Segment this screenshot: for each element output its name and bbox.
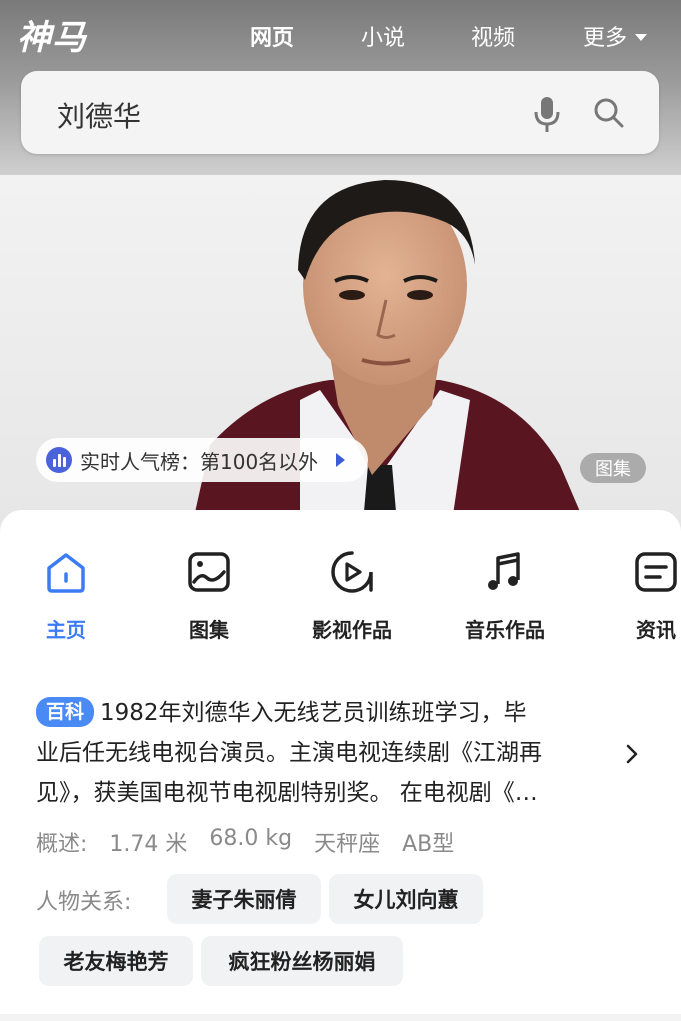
tab-gallery[interactable]: 图集 xyxy=(187,550,231,643)
nav-video[interactable]: 视频 xyxy=(471,20,515,52)
logo[interactable]: 神马 xyxy=(17,10,87,59)
content-card: 主页 图集 影视作品 音乐作品 资讯 百科 1982年刘德华入无线艺员训练班学习… xyxy=(0,510,681,1021)
tab-gallery-label: 图集 xyxy=(189,618,229,642)
tab-films[interactable]: 影视作品 xyxy=(312,550,392,643)
popularity-rank[interactable]: 实时人气榜：第100名以外 xyxy=(36,438,368,482)
hero-image[interactable]: 实时人气榜：第100名以外 图集 xyxy=(0,175,681,535)
section-divider xyxy=(0,1014,681,1021)
summary-line-3: 见》，获美国电视节电视剧特别奖。 在电视剧《… xyxy=(36,780,538,806)
blood-type-value: AB型 xyxy=(402,832,455,857)
relations-label: 人物关系: xyxy=(36,890,132,915)
zodiac-value: 天秤座 xyxy=(314,832,381,857)
relation-chip[interactable]: 女儿刘向蕙 xyxy=(329,874,483,924)
chevron-down-icon xyxy=(635,34,648,41)
facts-label: 概述: xyxy=(36,832,88,857)
music-icon xyxy=(488,552,520,590)
tab-news-label: 资讯 xyxy=(636,618,676,642)
nav-novel[interactable]: 小说 xyxy=(361,20,405,52)
summary-line-1: 1982年刘德华入无线艺员训练班学习，毕 xyxy=(100,700,527,726)
popularity-text: 实时人气榜：第100名以外 xyxy=(80,449,319,474)
search-box[interactable]: 刘德华 xyxy=(21,71,659,154)
baike-badge: 百科 xyxy=(36,697,95,727)
tab-news[interactable]: 资讯 xyxy=(634,550,678,643)
home-icon xyxy=(47,553,85,593)
play-arrow-icon xyxy=(336,453,346,467)
tab-bar: 主页 图集 影视作品 音乐作品 资讯 xyxy=(0,550,681,650)
height-value: 1.74 米 xyxy=(109,832,188,857)
image-icon xyxy=(188,552,230,592)
search-input[interactable]: 刘德华 xyxy=(57,95,141,135)
chevron-right-icon[interactable] xyxy=(624,742,640,766)
relation-chip[interactable]: 疯狂粉丝杨丽娟 xyxy=(201,936,403,986)
tab-home-label: 主页 xyxy=(46,618,86,642)
nav-web[interactable]: 网页 xyxy=(250,20,294,52)
play-icon xyxy=(331,551,373,593)
search-icon[interactable] xyxy=(593,97,625,129)
header: 神马 网页 小说 视频 更多 刘德华 xyxy=(0,0,681,175)
news-icon xyxy=(635,552,677,592)
microphone-icon[interactable] xyxy=(533,95,561,135)
tab-films-label: 影视作品 xyxy=(312,618,392,642)
nav-more[interactable]: 更多 xyxy=(583,20,648,52)
tab-music-label: 音乐作品 xyxy=(465,618,545,642)
relation-chip[interactable]: 妻子朱丽倩 xyxy=(167,874,321,924)
relation-chip[interactable]: 老友梅艳芳 xyxy=(39,936,193,986)
weight-value: 68.0 kg xyxy=(209,826,293,851)
encyclopedia-summary[interactable]: 百科 1982年刘德华入无线艺员训练班学习，毕 业后任无线电视台演员。主演电视连续… xyxy=(36,693,606,813)
tab-music[interactable]: 音乐作品 xyxy=(465,550,545,643)
tab-home[interactable]: 主页 xyxy=(44,550,88,643)
summary-line-2: 业后任无线电视台演员。主演电视连续剧《江湖再 xyxy=(36,740,542,766)
gallery-badge[interactable]: 图集 xyxy=(580,453,646,483)
chart-icon xyxy=(46,447,72,473)
facts-row: 概述: 1.74 米 68.0 kg 天秤座 AB型 xyxy=(36,826,454,858)
nav-more-label: 更多 xyxy=(583,26,628,51)
